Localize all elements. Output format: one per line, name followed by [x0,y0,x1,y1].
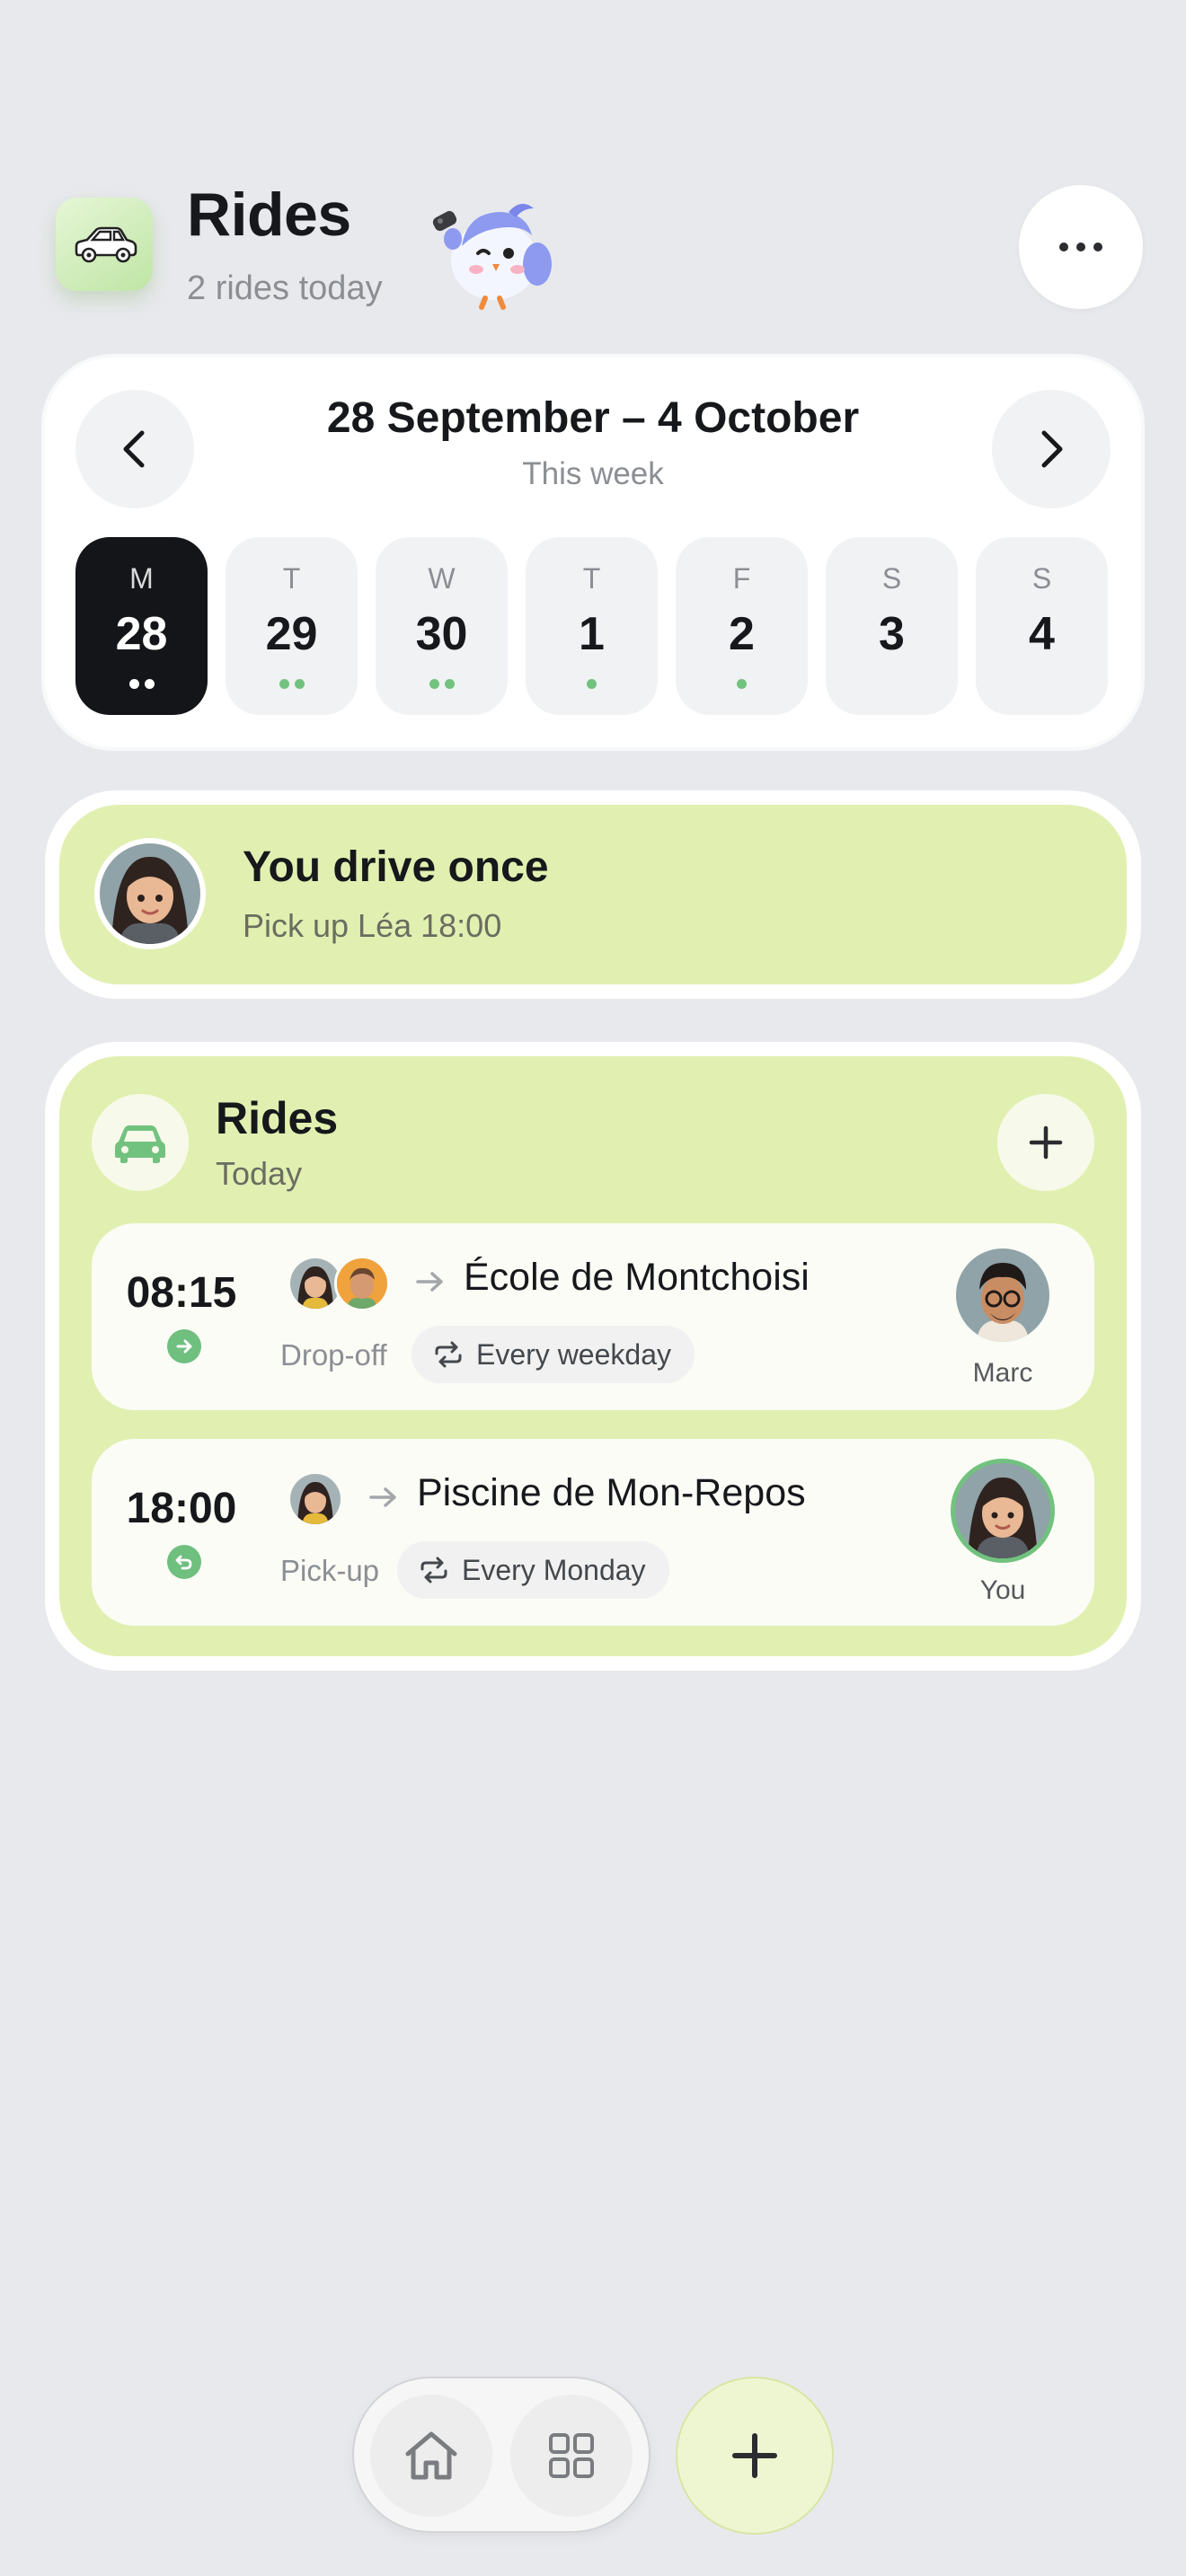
drive-summary-background [59,805,1127,984]
ride-time: 18:00 [126,1485,237,1532]
ride-dots [376,679,508,689]
ride-item[interactable]: 08:15 École de Montchoisi Drop-off Every… [92,1223,1094,1410]
tab-grid[interactable] [510,2395,633,2517]
day-1[interactable]: T 29 [226,537,358,715]
next-week-button[interactable] [992,390,1111,508]
app-icon [56,198,153,291]
ride-dot [144,679,155,689]
day-letter: S [1031,562,1052,595]
more-horizontal-icon [1059,243,1068,251]
ride-dots [526,679,658,689]
ride-destination: Piscine de Mon-Repos [417,1471,806,1514]
add-button[interactable] [676,2377,834,2535]
tab-home[interactable] [370,2395,492,2517]
home-icon [405,2431,457,2480]
avatar [288,1471,343,1527]
page-title: Rides [187,181,351,249]
day-5[interactable]: S 3 [826,537,958,715]
rides-title: Rides [216,1093,339,1143]
more-dot [1076,243,1085,251]
ride-dots [75,679,208,689]
repeat-icon [420,1557,447,1584]
chevron-right-icon [1041,430,1063,468]
pick-up-icon [167,1545,201,1579]
arrow-right-icon [369,1487,396,1507]
week-label: This week [522,456,664,491]
week-calendar: 28 September – 4 October This week M 28 … [45,357,1141,747]
day-letter: T [582,562,601,595]
arrow-right-icon [416,1272,443,1292]
car-icon [115,1125,165,1163]
bird-mascot [422,196,557,313]
ride-dot [128,679,139,689]
day-number: 28 [115,608,168,660]
week-range: 28 September – 4 October [326,394,860,442]
driver-avatar [956,1248,1049,1342]
day-number: 4 [1029,608,1055,660]
plus-icon [732,2433,777,2478]
drive-summary-card[interactable] [45,790,1141,999]
frequency-chip: Every Monday [397,1541,669,1599]
day-number: 1 [579,608,605,660]
repeat-icon [435,1341,462,1368]
avatar [334,1256,390,1311]
day-4[interactable]: F 2 [676,537,808,715]
more-dot [1093,243,1102,251]
drop-off-icon [167,1329,201,1363]
day-strip: M 28 T 29 W 30 T 1 F 2 S 3 S 4 [75,537,1108,715]
page-subtitle: 2 rides today [187,269,383,307]
drive-title: You drive once [243,843,549,891]
ride-dot [279,679,289,689]
ride-type: Drop-off [280,1338,387,1372]
driver-name: Marc [972,1358,1033,1388]
tab-bar [352,2377,651,2533]
day-number: 3 [879,608,905,660]
day-number: 29 [265,608,318,660]
day-letter: W [428,562,456,595]
day-number: 30 [415,608,468,660]
ride-dot [444,679,455,689]
day-2[interactable]: W 30 [376,537,508,715]
ride-dots [676,679,808,689]
day-letter: M [129,562,154,595]
plus-icon [1029,1125,1063,1160]
ride-time: 08:15 [126,1269,237,1317]
ride-dot [587,679,597,689]
frequency-chip: Every weekday [412,1326,695,1383]
day-6[interactable]: S 4 [976,537,1108,715]
ride-destination: École de Montchoisi [464,1256,810,1299]
rides-subtitle: Today [216,1155,303,1192]
ride-item[interactable]: 18:00 Piscine de Mon-Repos Pick-up Every… [92,1439,1094,1626]
day-letter: T [282,562,301,595]
more-button[interactable] [1019,185,1143,309]
ride-dot [429,679,439,689]
day-number: 2 [729,608,755,660]
ride-type: Pick-up [280,1554,380,1587]
day-0[interactable]: M 28 [75,537,208,715]
ride-dot [737,679,747,689]
frequency-label: Every Monday [462,1553,646,1586]
driver-avatar [951,1459,1055,1563]
frequency-label: Every weekday [476,1337,671,1371]
grid-icon [549,2433,594,2478]
day-letter: S [881,562,902,595]
ride-dot [294,679,305,689]
ride-dots [226,679,358,689]
avatar [93,837,207,955]
driver-name: You [979,1575,1026,1605]
car-icon [75,226,137,263]
drive-subtitle: Pick up Léa 18:00 [243,907,502,944]
day-letter: F [732,562,751,595]
add-ride-button[interactable] [997,1094,1094,1191]
day-3[interactable]: T 1 [526,537,658,715]
car-badge [92,1094,189,1191]
